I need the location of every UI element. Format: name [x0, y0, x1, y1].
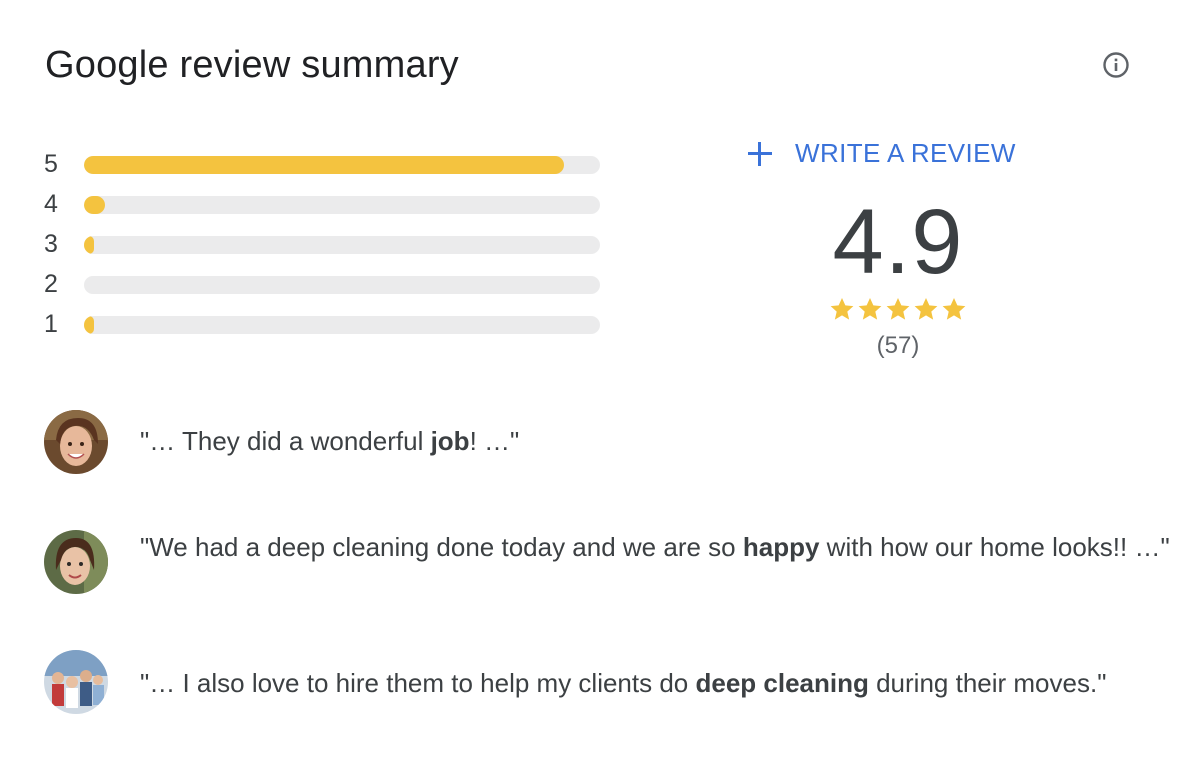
star-rating — [748, 296, 1048, 322]
rating-bar-track — [84, 156, 600, 174]
rating-bar-fill — [84, 236, 95, 254]
rating-bar-row: 3 — [44, 224, 604, 264]
rating-bar-row: 4 — [44, 184, 604, 224]
write-review-button[interactable]: WRITE A REVIEW — [746, 138, 1016, 169]
write-review-label: WRITE A REVIEW — [795, 138, 1016, 168]
star-icon — [830, 297, 854, 320]
rating-bar-fill — [84, 156, 564, 174]
rating-bar-label: 2 — [44, 270, 58, 298]
star-icon — [914, 297, 938, 320]
rating-summary: 4.9 (57) — [748, 190, 1048, 360]
reviewer-avatar[interactable] — [44, 410, 108, 474]
page-title: Google review summary — [45, 44, 459, 86]
rating-bar-track — [84, 276, 600, 294]
review-text: "… They did a wonderful job! …" — [140, 426, 520, 456]
rating-bar-row: 5 — [44, 144, 604, 184]
rating-bar-label: 3 — [44, 230, 58, 258]
reviewer-avatar[interactable] — [44, 530, 108, 594]
review-text: "We had a deep cleaning done today and w… — [140, 532, 1170, 562]
review-count: (57) — [876, 332, 920, 359]
rating-bar-track — [84, 196, 600, 214]
rating-bar-track — [84, 316, 600, 334]
star-icon — [886, 297, 910, 320]
rating-bar-label: 1 — [44, 310, 58, 338]
rating-distribution: 5 4 3 2 1 — [44, 144, 604, 344]
review-text: "… I also love to hire them to help my c… — [140, 668, 1107, 698]
rating-bar-label: 4 — [44, 190, 58, 218]
rating-bar-track — [84, 236, 600, 254]
rating-bar-fill — [84, 316, 95, 334]
star-icon — [858, 297, 882, 320]
rating-bar-fill — [84, 196, 105, 214]
star-icon — [942, 297, 966, 320]
plus-icon — [746, 140, 774, 168]
rating-bar-label: 5 — [44, 150, 58, 178]
rating-bar-row: 2 — [44, 264, 604, 304]
average-rating: 4.9 — [832, 191, 964, 293]
rating-bar-row: 1 — [44, 304, 604, 344]
reviewer-avatar[interactable] — [44, 650, 108, 714]
info-icon[interactable] — [1102, 51, 1130, 79]
